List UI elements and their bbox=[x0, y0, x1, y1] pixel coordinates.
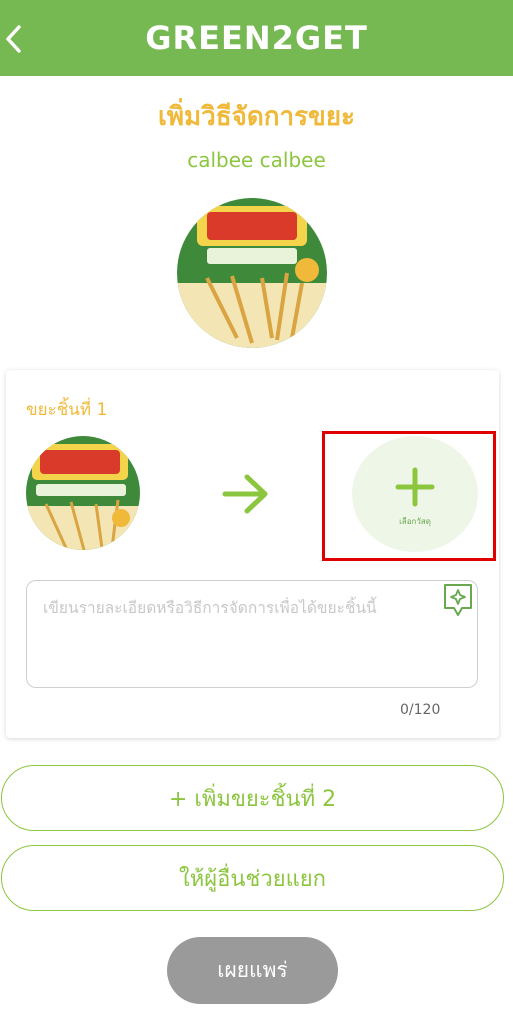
description-field[interactable] bbox=[26, 580, 478, 688]
piece-image[interactable] bbox=[26, 436, 140, 550]
app-title: GREEN2GET bbox=[145, 19, 368, 57]
plus-icon bbox=[395, 467, 435, 506]
page-title: เพิ่มวิธีจัดการขยะ bbox=[157, 102, 356, 132]
ask-others-sort-button[interactable]: ให้ผู้อื่นช่วยแยก bbox=[1, 845, 504, 911]
waste-piece-card: ขยะชิ้นที่ 1 เลือกวัสดุ เขียนรายละเอียดห… bbox=[6, 370, 499, 738]
piece-label: ขยะชิ้นที่ 1 bbox=[26, 400, 108, 420]
app-header: GREEN2GET bbox=[0, 0, 513, 76]
select-material-button[interactable]: เลือกวัสดุ bbox=[352, 436, 478, 552]
arrow-right-icon bbox=[222, 474, 268, 514]
add-piece-button[interactable]: + เพิ่มขยะชิ้นที่ 2 bbox=[1, 765, 504, 831]
product-image bbox=[177, 198, 327, 348]
back-button[interactable] bbox=[0, 22, 26, 56]
select-material-label: เลือกวัสดุ bbox=[399, 516, 431, 526]
char-count: 0/120 bbox=[400, 702, 441, 718]
product-name: calbee calbee bbox=[187, 148, 326, 172]
chevron-left-icon bbox=[6, 25, 21, 53]
publish-button[interactable]: เผยแพร่ bbox=[167, 937, 338, 1004]
sparkle-chat-icon[interactable] bbox=[442, 582, 474, 618]
